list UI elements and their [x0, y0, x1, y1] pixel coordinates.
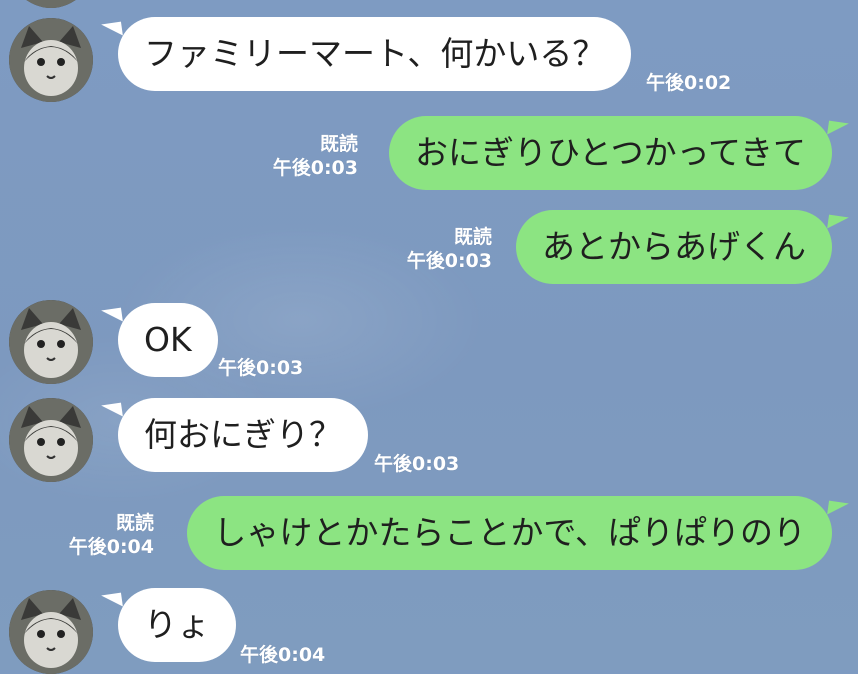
message-time: 午後0:03 — [272, 157, 358, 179]
message-meta: 午後0:03 — [218, 356, 303, 380]
message-meta: 既読 午後0:03 — [392, 225, 492, 273]
avatar[interactable] — [9, 18, 93, 102]
read-receipt: 既読 — [453, 226, 492, 248]
message-bubble[interactable]: おにぎりひとつかってきて — [388, 116, 832, 190]
message-time: 午後0:03 — [374, 453, 460, 475]
message-meta: 既読 午後0:04 — [54, 511, 154, 559]
message-meta: 午後0:03 — [374, 452, 459, 476]
chat-thread[interactable]: ファミリーマート、何かいる？ 午後0:02 既読 午後0:03 おにぎりひとつか… — [0, 0, 858, 674]
avatar[interactable] — [9, 590, 93, 674]
cat-avatar-icon — [9, 18, 93, 102]
cat-avatar-icon — [9, 398, 93, 482]
cat-avatar-icon — [9, 590, 93, 674]
read-receipt: 既読 — [319, 133, 358, 155]
message-bubble[interactable]: 何おにぎり？ — [118, 398, 368, 472]
message-bubble[interactable]: OK — [118, 303, 218, 377]
message-bubble[interactable]: ファミリーマート、何かいる？ — [118, 17, 632, 91]
avatar[interactable] — [9, 300, 93, 384]
message-time: 午後0:03 — [406, 250, 492, 272]
read-receipt: 既読 — [115, 512, 154, 534]
cat-avatar-icon — [26, 0, 76, 8]
message-bubble[interactable]: りょ — [118, 588, 236, 662]
message-bubble[interactable]: あとからあげくん — [516, 210, 832, 284]
cat-avatar-icon — [9, 300, 93, 384]
message-time: 午後0:02 — [646, 72, 732, 94]
message-meta: 午後0:04 — [240, 643, 325, 667]
avatar[interactable] — [9, 0, 93, 8]
message-bubble[interactable]: しゃけとかたらことかで、ぱりぱりのり — [187, 496, 832, 570]
avatar[interactable] — [9, 398, 93, 482]
message-time: 午後0:03 — [218, 357, 304, 379]
message-time: 午後0:04 — [68, 536, 154, 558]
message-meta: 既読 午後0:03 — [258, 132, 358, 180]
message-time: 午後0:04 — [240, 644, 326, 666]
message-meta: 午後0:02 — [646, 71, 731, 95]
